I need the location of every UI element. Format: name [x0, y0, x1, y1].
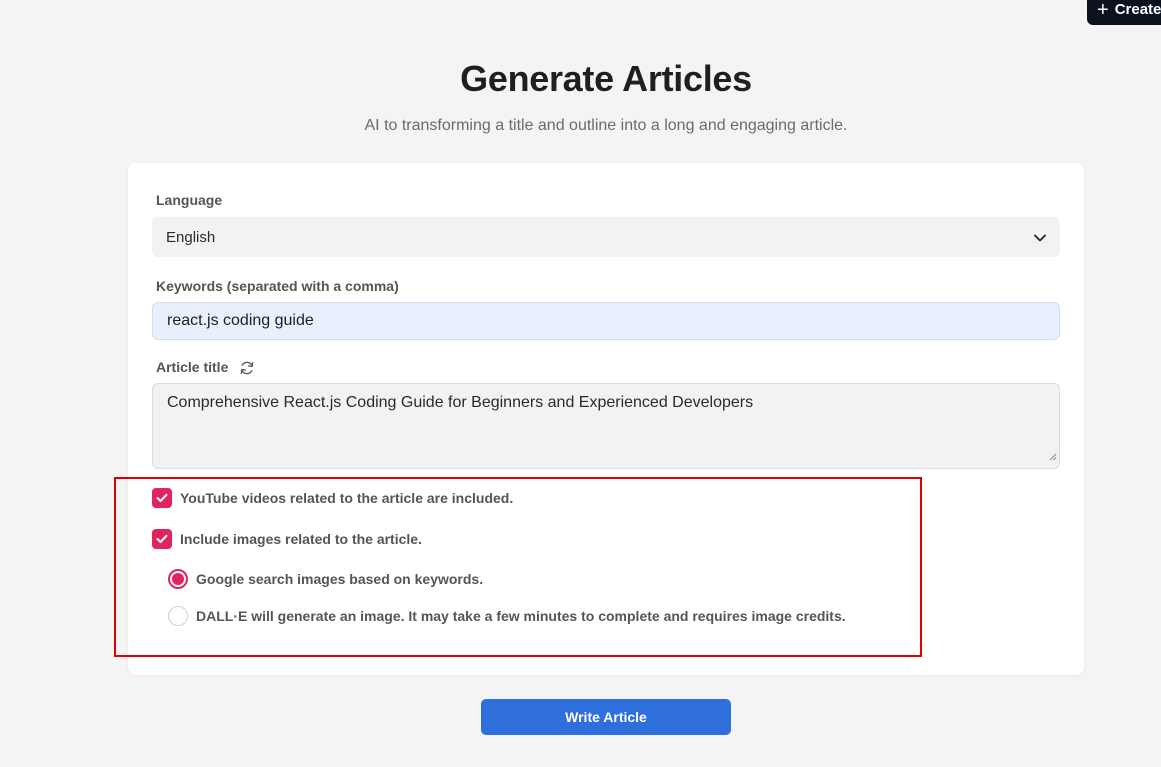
youtube-option[interactable]: YouTube videos related to the article ar…: [152, 488, 513, 508]
article-title-textarea[interactable]: Comprehensive React.js Coding Guide for …: [152, 383, 1060, 469]
chevron-down-icon: [1034, 229, 1046, 246]
google-images-radio[interactable]: [168, 569, 188, 589]
images-option[interactable]: Include images related to the article.: [152, 529, 422, 549]
language-label: Language: [156, 192, 223, 208]
images-checkbox[interactable]: [152, 529, 172, 549]
dalle-label: DALL·E will generate an image. It may ta…: [196, 608, 846, 624]
create-button[interactable]: + Create: [1087, 0, 1161, 25]
keywords-value: react.js coding guide: [167, 312, 314, 329]
keywords-input[interactable]: react.js coding guide: [152, 302, 1060, 340]
refresh-icon[interactable]: [239, 360, 255, 381]
create-button-label: Create: [1114, 1, 1161, 18]
dalle-radio[interactable]: [168, 606, 188, 626]
google-images-label: Google search images based on keywords.: [196, 571, 484, 587]
language-select[interactable]: English: [152, 217, 1060, 257]
page-title: Generate Articles: [460, 58, 752, 99]
youtube-checkbox[interactable]: [152, 488, 172, 508]
article-title-label: Article title: [156, 359, 229, 375]
page-subtitle: AI to transforming a title and outline i…: [364, 117, 848, 134]
language-selected-value: English: [166, 228, 216, 246]
article-title-value: Comprehensive React.js Coding Guide for …: [167, 394, 754, 411]
images-option-label: Include images related to the article.: [180, 531, 422, 547]
write-article-button[interactable]: Write Article: [481, 699, 731, 735]
dalle-option[interactable]: DALL·E will generate an image. It may ta…: [168, 606, 846, 626]
resize-grip-icon[interactable]: [1048, 448, 1057, 466]
keywords-label: Keywords (separated with a comma): [156, 278, 399, 294]
youtube-option-label: YouTube videos related to the article ar…: [180, 490, 514, 506]
plus-icon: +: [1097, 0, 1109, 21]
article-form-card: Language English Keywords (separated wit…: [128, 163, 1084, 675]
google-images-option[interactable]: Google search images based on keywords.: [168, 569, 483, 589]
